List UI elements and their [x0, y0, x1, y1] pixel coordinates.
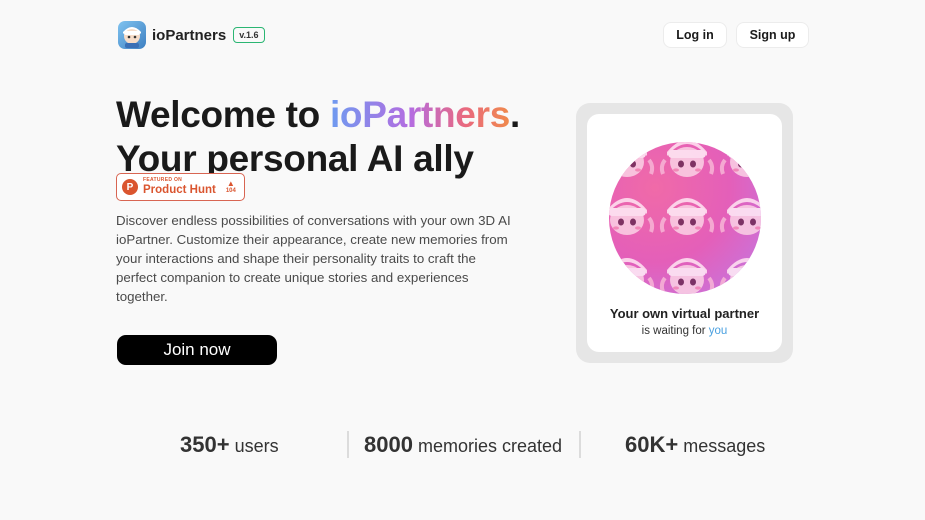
stat-divider: [579, 431, 581, 458]
logo[interactable]: ioPartners v.1.6: [118, 21, 265, 49]
app-logo-icon: [118, 21, 146, 49]
signup-button[interactable]: Sign up: [736, 22, 809, 48]
hero-title-brand: ioPartners: [329, 94, 510, 135]
hero-title-prefix: Welcome to: [116, 94, 330, 135]
stat-label: users: [234, 436, 279, 456]
product-hunt-text: FEATURED ON Product Hunt: [143, 176, 216, 197]
product-hunt-vote-count: 104: [225, 188, 236, 194]
product-hunt-votes: ▲ 104: [225, 179, 236, 195]
partner-card-subtitle-prefix: is waiting for: [641, 325, 709, 337]
brand-name: ioPartners: [152, 26, 227, 44]
join-now-button[interactable]: Join now: [117, 335, 277, 365]
product-hunt-icon: P: [122, 179, 138, 195]
login-button[interactable]: Log in: [663, 22, 727, 48]
partner-card-subtitle: is waiting for you: [587, 325, 782, 337]
hero-title: Welcome to ioPartners. Your personal AI …: [116, 93, 520, 181]
stat-number: 8000: [364, 432, 413, 457]
hero-title-dot: .: [509, 94, 520, 135]
product-hunt-badge[interactable]: P FEATURED ON Product Hunt ▲ 104: [116, 173, 245, 201]
stat-messages: 60K+ messages: [625, 432, 765, 458]
stat-divider: [347, 431, 349, 458]
partner-avatar-image: [609, 142, 761, 294]
upvote-arrow-icon: ▲: [226, 179, 235, 188]
partner-card-subtitle-highlight: you: [708, 325, 728, 337]
stat-memories: 8000 memories created: [364, 432, 562, 458]
stat-label: memories created: [417, 436, 563, 456]
stat-users: 350+ users: [180, 432, 279, 458]
partner-card-title: Your own virtual partner: [609, 306, 760, 321]
product-hunt-featured: FEATURED ON: [143, 176, 183, 183]
product-hunt-name: Product Hunt: [143, 183, 216, 196]
version-badge: v.1.6: [233, 27, 265, 43]
stat-number: 60K+: [625, 432, 679, 457]
hero-description: Discover endless possibilities of conver…: [116, 213, 511, 304]
stat-label: messages: [683, 436, 766, 456]
stat-number: 350+: [180, 432, 230, 457]
